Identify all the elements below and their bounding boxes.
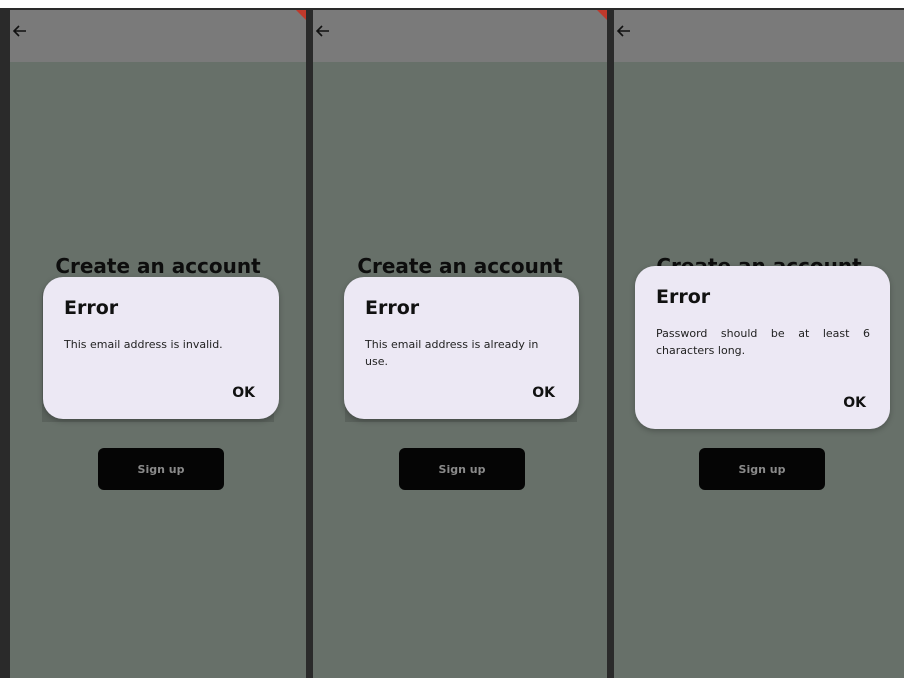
sign-up-button[interactable]: Sign up bbox=[699, 448, 825, 490]
sign-up-button[interactable]: Sign up bbox=[399, 448, 525, 490]
top-edge bbox=[0, 0, 904, 8]
sign-up-button[interactable]: Sign up bbox=[98, 448, 224, 490]
dialog-title: Error bbox=[656, 286, 711, 308]
ok-button[interactable]: OK bbox=[532, 385, 555, 401]
phone-screen-2: Create an account Sign up Error This ema… bbox=[313, 10, 607, 678]
error-dialog: Error Password should be at least 6 char… bbox=[635, 266, 890, 429]
dialog-message: Password should be at least 6 characters… bbox=[656, 327, 870, 357]
app-bar bbox=[614, 10, 904, 62]
debug-banner-icon bbox=[597, 10, 607, 20]
debug-banner-icon bbox=[296, 10, 306, 20]
back-arrow-icon[interactable] bbox=[314, 22, 332, 40]
ok-button[interactable]: OK bbox=[843, 395, 866, 411]
error-dialog: Error This email address is already in u… bbox=[344, 277, 579, 419]
ok-button[interactable]: OK bbox=[232, 385, 255, 401]
dialog-title: Error bbox=[365, 297, 420, 319]
page-title: Create an account bbox=[55, 254, 261, 278]
dialog-title: Error bbox=[64, 297, 119, 319]
app-bar bbox=[313, 10, 607, 62]
phone-screen-3: Create an account Sign up Error Password… bbox=[614, 10, 904, 678]
dialog-message: This email address is already in use. bbox=[365, 338, 539, 368]
bottom-edge bbox=[0, 678, 904, 682]
error-dialog: Error This email address is invalid. OK bbox=[43, 277, 279, 419]
dialog-message: This email address is invalid. bbox=[64, 338, 223, 351]
app-bar bbox=[10, 10, 306, 62]
page-title: Create an account bbox=[357, 254, 563, 278]
back-arrow-icon[interactable] bbox=[615, 22, 633, 40]
phone-screen-1: Create an account Sign up Error This ema… bbox=[10, 10, 306, 678]
back-arrow-icon[interactable] bbox=[11, 22, 29, 40]
